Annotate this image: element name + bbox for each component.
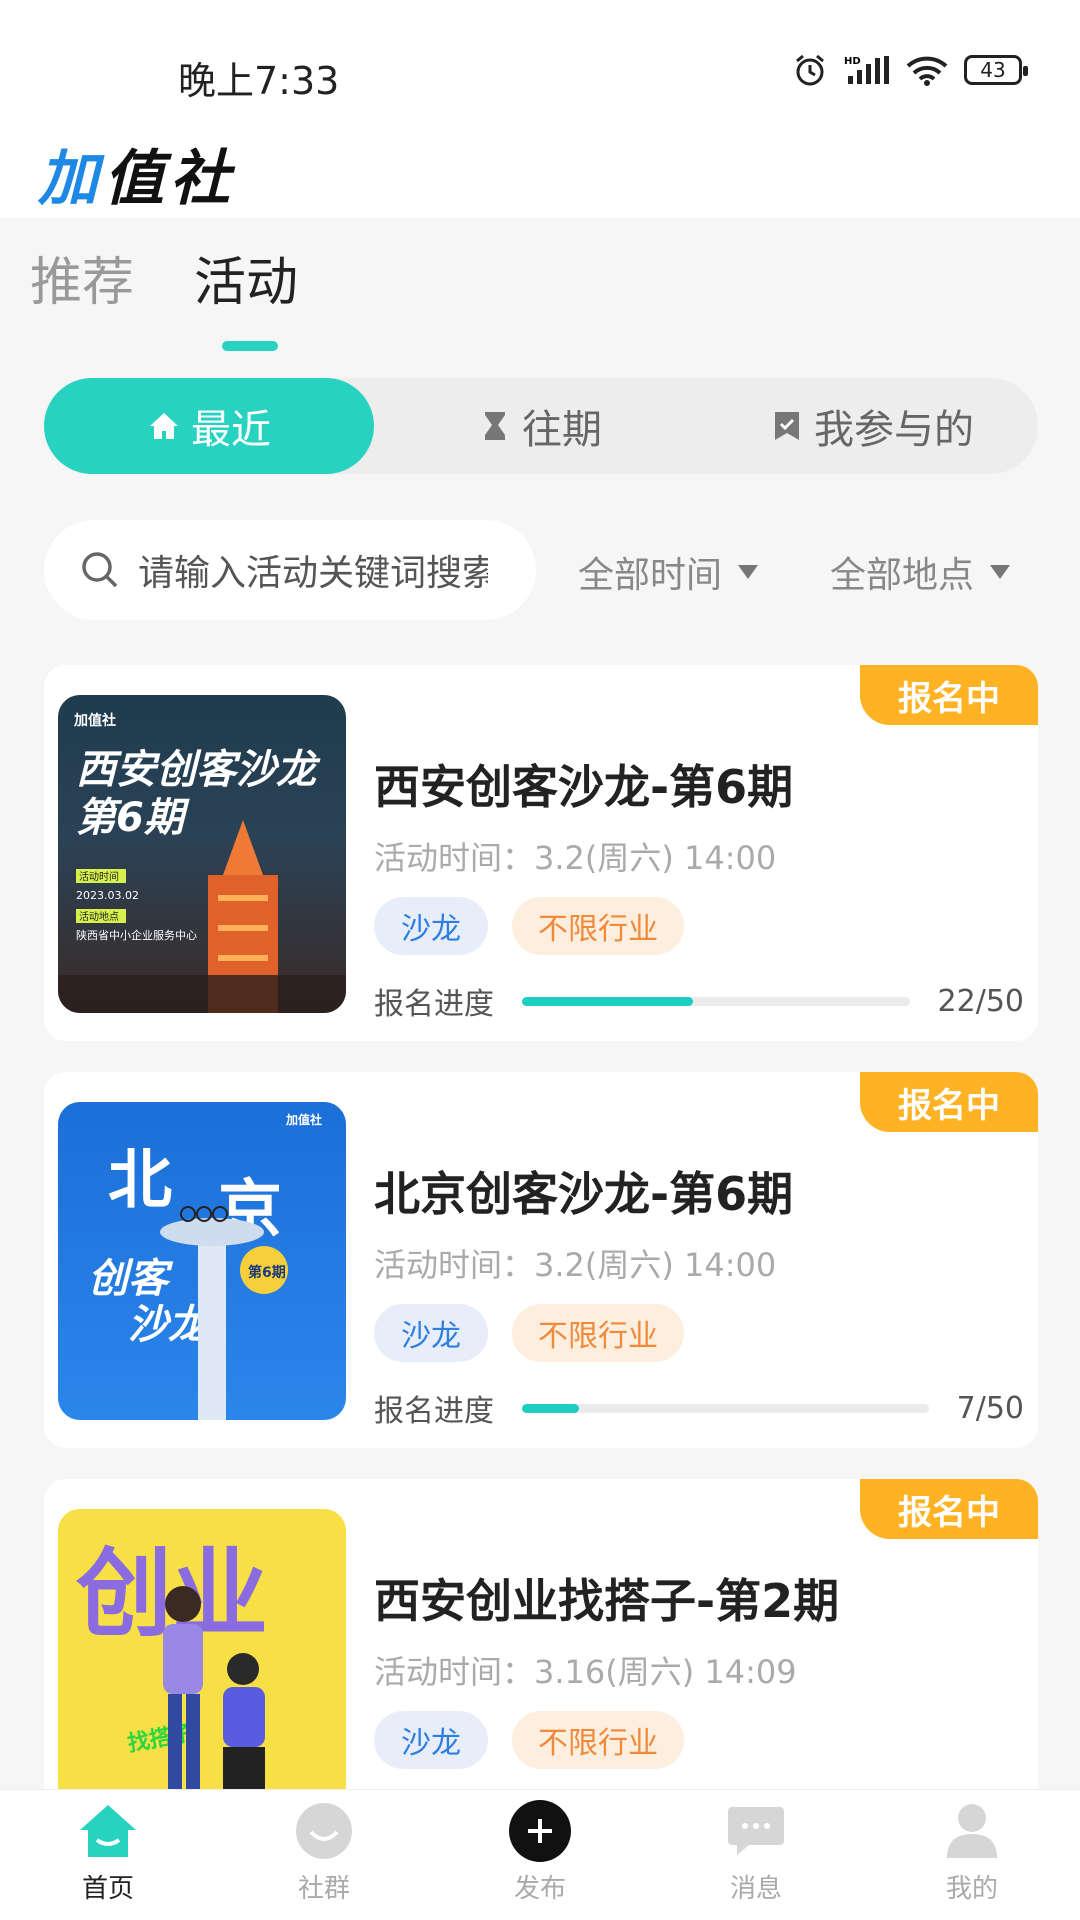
svg-text:创客: 创客 [88,1256,174,1302]
event-title: 西安创业找搭子-第2期 [374,1574,840,1628]
svg-text:北: 北 [108,1144,172,1218]
tag-industry: 不限行业 [512,1304,684,1362]
status-badge: 报名中 [860,1479,1038,1539]
event-card[interactable]: 报名中 加值社 西安创客沙龙 第6期 活动时间 2023.03.02 活动地点 … [44,665,1038,1041]
segment-label: 往期 [522,407,602,453]
search-box[interactable]: 请输入活动关键词搜索 [44,520,536,620]
tag-category: 沙龙 [374,1711,488,1769]
search-icon [82,552,118,588]
nav-label: 社群 [297,1874,350,1904]
progress-fill [522,996,693,1006]
segment-joined[interactable]: 我参与的 [706,378,1038,474]
event-tags: 沙龙 不限行业 [374,897,684,955]
app-header: 加值社 [0,120,1080,218]
wifi-icon [906,56,948,86]
home-icon [150,413,178,439]
search-input[interactable]: 请输入活动关键词搜索 [138,544,488,596]
plus-icon [509,1800,571,1862]
signal-icon: HD [844,56,889,84]
bottom-nav: 首页 社群 发布 消息 我的 [0,1789,1080,1920]
event-poster: 加值社 西安创客沙龙 第6期 活动时间 2023.03.02 活动地点 陕西省中… [58,695,346,1013]
nav-messages[interactable]: 消息 [648,1790,864,1920]
location-filter-label: 全部地点 [830,555,975,596]
svg-text:加值社: 加值社 [285,1112,322,1127]
svg-text:活动时间: 活动时间 [79,870,119,883]
event-poster: 创业 找搭子 [58,1509,346,1827]
segment-label: 最近 [191,407,271,453]
alarm-icon [796,54,824,86]
home-icon [77,1800,139,1862]
nav-label: 首页 [81,1874,134,1904]
progress-count: 22/50 [937,983,1024,1019]
status-icons: HD 43 [792,52,1028,88]
status-time: 晚上7:33 [178,59,340,103]
segment-past[interactable]: 往期 [374,378,706,474]
progress-fill [522,1403,579,1413]
activity-segment: 最近 往期 我参与的 [44,378,1038,474]
event-title: 北京创客沙龙-第6期 [374,1167,794,1221]
top-tabs: 推荐 活动 [30,240,298,351]
segment-recent[interactable]: 最近 [44,378,374,474]
svg-text:找搭子: 找搭子 [126,1721,195,1757]
event-time: 活动时间：3.2(周六) 14:00 [374,1246,777,1284]
triangle-down-icon [738,565,759,579]
tag-industry: 不限行业 [512,897,684,955]
segment-label: 我参与的 [814,407,974,453]
user-icon [941,1800,1003,1862]
time-filter[interactable]: 全部时间 [578,546,759,598]
event-tags: 沙龙 不限行业 [374,1711,684,1769]
community-icon [293,1800,355,1862]
tag-industry: 不限行业 [512,1711,684,1769]
signup-progress: 报名进度 7/50 [374,1386,1024,1430]
location-filter[interactable]: 全部地点 [830,546,1011,598]
status-bar: 晚上7:33 HD 43 [0,0,1080,120]
hourglass-icon [485,412,505,440]
svg-text:第6期: 第6期 [76,795,190,841]
nav-label: 消息 [729,1874,782,1904]
nav-profile[interactable]: 我的 [864,1790,1080,1920]
event-time: 活动时间：3.2(周六) 14:00 [374,839,777,877]
svg-text:2023.03.02: 2023.03.02 [76,889,139,902]
event-tags: 沙龙 不限行业 [374,1304,684,1362]
svg-text:第6期: 第6期 [248,1264,286,1281]
progress-label: 报名进度 [374,1394,494,1429]
svg-text:HD: HD [844,56,861,67]
status-badge: 报名中 [860,1072,1038,1132]
svg-text:西安创客沙龙: 西安创客沙龙 [76,747,321,793]
tag-category: 沙龙 [374,897,488,955]
nav-publish[interactable]: 发布 [432,1790,648,1920]
nav-home[interactable]: 首页 [0,1790,216,1920]
event-poster: 加值社 北 京 创客 沙龙 第6期 [58,1102,346,1420]
progress-bar [522,1403,929,1413]
bookmark-check-icon [775,412,799,440]
svg-text:活动地点: 活动地点 [79,910,119,923]
app-logo: 加值社 [38,144,236,214]
status-badge: 报名中 [860,665,1038,725]
progress-bar [522,996,910,1006]
message-icon [725,1800,787,1862]
nav-community[interactable]: 社群 [216,1790,432,1920]
event-card[interactable]: 报名中 加值社 北 京 创客 沙龙 第6期 北京创客沙龙-第6期 活动时间：3.… [44,1072,1038,1448]
tag-category: 沙龙 [374,1304,488,1362]
event-title: 西安创客沙龙-第6期 [374,760,794,814]
progress-count: 7/50 [956,1390,1024,1426]
triangle-down-icon [990,565,1011,579]
progress-label: 报名进度 [374,987,494,1022]
nav-label: 发布 [513,1874,566,1904]
nav-label: 我的 [945,1874,998,1904]
signup-progress: 报名进度 22/50 [374,979,1024,1023]
tab-recommend[interactable]: 推荐 [30,240,134,315]
battery-icon: 43 [964,55,1028,85]
svg-text:加值社: 加值社 [73,712,116,729]
time-filter-label: 全部时间 [578,555,723,596]
tab-activity[interactable]: 活动 [194,240,298,351]
svg-text:陕西省中小企业服务中心: 陕西省中小企业服务中心 [76,928,197,942]
event-time: 活动时间：3.16(周六) 14:09 [374,1653,797,1691]
